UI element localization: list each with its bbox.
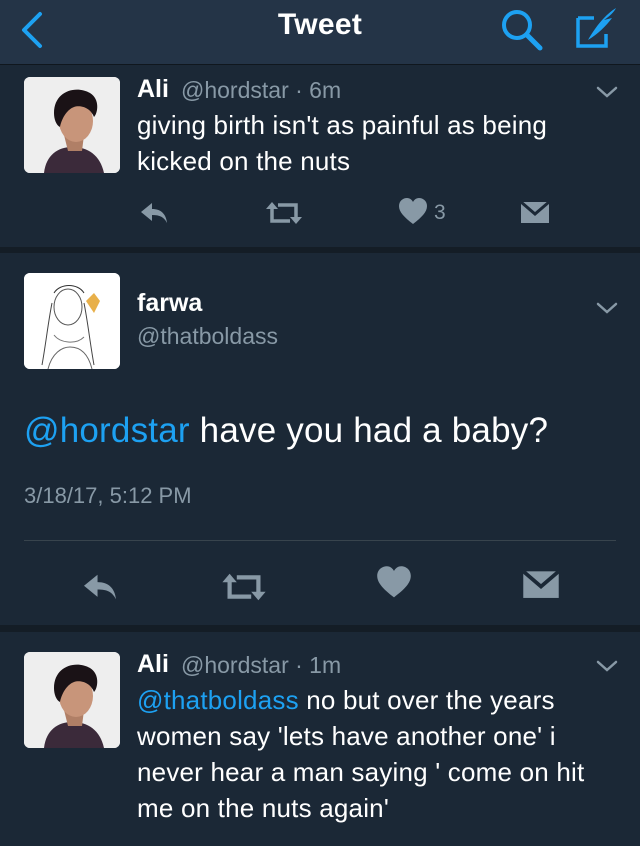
user-handle[interactable]: @hordstar (181, 77, 289, 103)
compose-icon[interactable] (572, 4, 622, 52)
navigation-bar: Tweet (0, 0, 640, 65)
avatar[interactable] (24, 77, 120, 173)
divider (24, 540, 616, 541)
avatar[interactable] (24, 273, 120, 369)
direct-message-icon[interactable] (520, 199, 550, 225)
tweet-text-body: have you had a baby? (189, 411, 549, 450)
tweet-text: @thatboldass no but over the years women… (137, 682, 617, 826)
search-icon[interactable] (498, 6, 546, 52)
display-name[interactable]: Ali (137, 650, 169, 679)
retweet-icon[interactable] (264, 200, 304, 226)
mention-link[interactable]: @hordstar (24, 411, 190, 450)
display-name[interactable]: Ali (137, 75, 169, 104)
mention-link[interactable]: @thatboldass (137, 685, 299, 715)
tweet-card[interactable]: Ali @hordstar · 1m @thatboldass no but o… (0, 632, 640, 846)
direct-message-icon[interactable] (522, 567, 560, 601)
tweet-text: @hordstar have you had a baby? (24, 411, 624, 451)
tweet-timestamp: 3/18/17, 5:12 PM (24, 483, 192, 508)
chevron-down-icon[interactable] (594, 298, 620, 318)
user-handle[interactable]: @thatboldass (137, 323, 278, 350)
relative-time: · 1m (288, 652, 342, 678)
chevron-down-icon[interactable] (594, 82, 620, 102)
avatar[interactable] (24, 652, 120, 748)
tweet-detail: farwa @thatboldass @hordstar have you ha… (0, 253, 640, 625)
heart-icon[interactable] (398, 198, 428, 226)
chevron-down-icon[interactable] (594, 656, 620, 676)
reply-icon[interactable] (80, 571, 120, 603)
handle-and-time: @hordstar · 1m (181, 652, 341, 679)
tweet-text: giving birth isn't as painful as being k… (137, 110, 548, 176)
tweet-card[interactable]: Ali @hordstar · 6m giving birth isn't as… (0, 65, 640, 247)
retweet-icon[interactable] (220, 571, 268, 603)
reply-icon[interactable] (138, 200, 170, 226)
like-count: 3 (434, 201, 446, 224)
user-handle[interactable]: @hordstar (181, 652, 289, 678)
relative-time: · 6m (288, 77, 342, 103)
display-name[interactable]: farwa (137, 289, 202, 318)
handle-and-time: @hordstar · 6m (181, 77, 341, 104)
heart-icon[interactable] (376, 566, 412, 600)
